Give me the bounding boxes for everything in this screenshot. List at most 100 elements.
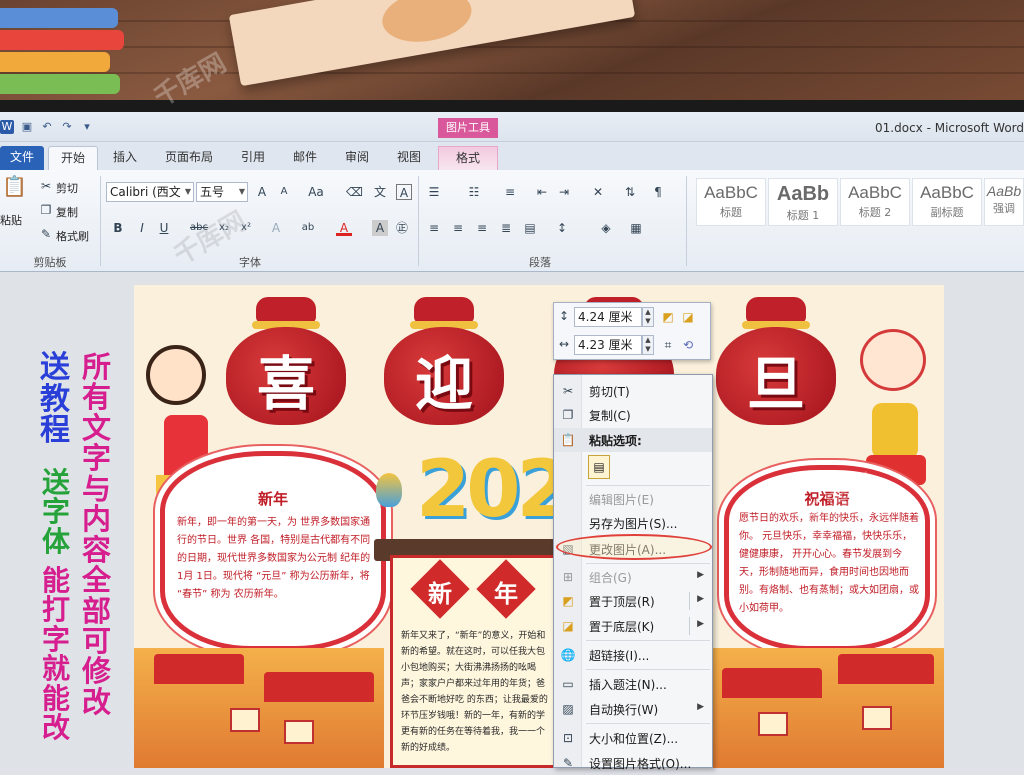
menu-item-save-as-picture[interactable]: 另存为图片(S)... [554, 511, 712, 535]
menu-item-size-position[interactable]: ⊡ 大小和位置(Z)... [554, 726, 712, 750]
align-right-icon[interactable]: ≡ [474, 220, 490, 236]
menu-item-insert-caption[interactable]: ▭ 插入题注(N)... [554, 672, 712, 696]
document-page[interactable]: 喜 迎 旦 新年 新年，即一年的第一天，为 世界多数国家通行的节日。世界 各国，… [134, 285, 944, 768]
decrease-indent-icon[interactable]: ⇤ [534, 184, 550, 200]
tab-view[interactable]: 视图 [386, 146, 432, 170]
character-border-icon[interactable]: A [396, 184, 412, 200]
line-spacing-icon[interactable]: ↕ [554, 220, 570, 236]
style-heading-2[interactable]: AaBbC 标题 2 [840, 178, 910, 226]
menu-item-hyperlink[interactable]: 🌐 超链接(I)... [554, 643, 712, 667]
tab-format[interactable]: 格式 [438, 146, 498, 170]
font-name-combo[interactable]: Calibri (西文 ▼ [106, 182, 194, 202]
tab-review[interactable]: 审阅 [334, 146, 380, 170]
submenu-arrow-icon[interactable]: ▶ [697, 594, 704, 604]
menu-item-bring-to-front[interactable]: ◩ 置于顶层(R) ▶ [554, 589, 712, 613]
copy-button[interactable]: 复制 [56, 204, 78, 220]
customize-qat-icon[interactable]: ▾ [80, 120, 94, 134]
shading-icon[interactable]: ◈ [598, 220, 614, 236]
paste-keep-format-icon[interactable]: ▤ [588, 455, 610, 479]
format-painter-icon[interactable]: ✎ [38, 226, 54, 242]
distributed-icon[interactable]: ▤ [522, 220, 538, 236]
tab-mailings[interactable]: 邮件 [282, 146, 328, 170]
italic-icon[interactable]: I [134, 220, 150, 236]
align-center-icon[interactable]: ≡ [450, 220, 466, 236]
menu-item-format-picture[interactable]: ✎ 设置图片格式(O)... [554, 751, 712, 775]
copy-icon[interactable]: ❐ [38, 202, 54, 218]
tab-insert[interactable]: 插入 [102, 146, 148, 170]
send-backward-icon[interactable]: ◪ [680, 309, 696, 325]
strikethrough-icon[interactable]: abc [190, 220, 208, 236]
height-input[interactable]: 4.24 厘米 [574, 307, 642, 327]
bring-forward-icon[interactable]: ◩ [660, 309, 676, 325]
justify-icon[interactable]: ≣ [498, 220, 514, 236]
text-effects-icon[interactable]: A [268, 220, 284, 236]
word-icon[interactable]: W [0, 120, 14, 134]
change-case-icon[interactable]: Aa [308, 184, 324, 200]
style-sample: AaBbC [704, 183, 758, 202]
promo-char: 文 [82, 410, 112, 445]
caption-icon: ▭ [562, 677, 574, 691]
multilevel-list-icon[interactable]: ≡ [502, 184, 518, 200]
menu-item-cut[interactable]: ✂ 剪切(T) [554, 379, 712, 403]
style-heading-1[interactable]: AaBb 标题 1 [768, 178, 838, 226]
format-painter-button[interactable]: 格式刷 [56, 228, 89, 244]
shrink-font-icon[interactable]: A [276, 184, 292, 200]
tab-file[interactable]: 文件 [0, 146, 44, 170]
highlight-icon[interactable]: ab [300, 220, 316, 236]
save-icon[interactable]: ▣ [20, 120, 34, 134]
mini-size-toolbar: ↕ 4.24 厘米 ▲ ▼ ◩ ◪ ↔ 4.23 厘米 ▲ ▼ ⌗ ⟲ [553, 302, 711, 360]
tab-home[interactable]: 开始 [48, 146, 98, 170]
sort-icon[interactable]: ⇅ [622, 184, 638, 200]
width-spinner[interactable]: ▲ ▼ [642, 335, 654, 355]
subscript-icon[interactable]: x₂ [216, 220, 232, 236]
chinese-layout-icon[interactable]: ✕ [590, 184, 606, 200]
style-subtitle[interactable]: AaBbC 副标题 [912, 178, 982, 226]
height-spinner[interactable]: ▲ ▼ [642, 307, 654, 327]
numbering-icon[interactable]: ☷ [466, 184, 482, 200]
tab-page-layout[interactable]: 页面布局 [156, 146, 222, 170]
font-color-icon[interactable]: A [336, 220, 352, 236]
width-input[interactable]: 4.23 厘米 [574, 335, 642, 355]
menu-item-label: 大小和位置(Z)... [589, 732, 679, 746]
character-shading-icon[interactable]: A [372, 220, 388, 236]
align-left-icon[interactable]: ≡ [426, 220, 442, 236]
crop-icon[interactable]: ⌗ [660, 337, 676, 353]
menu-item-label: 复制(C) [589, 409, 631, 423]
grow-font-icon[interactable]: A [254, 184, 270, 200]
underline-icon[interactable]: U [156, 220, 172, 236]
bold-icon[interactable]: B [110, 220, 126, 236]
context-menu: ✂ 剪切(T) ❐ 复制(C) 📋 粘贴选项: ▤ 编辑图片(E) 另存为图片(… [553, 374, 713, 771]
promo-char: 容 [82, 532, 112, 567]
paste-button[interactable]: 粘贴 [0, 212, 22, 228]
menu-item-text-wrap[interactable]: ▨ 自动换行(W) ▶ [554, 697, 712, 721]
bullets-icon[interactable]: ☰ [426, 184, 442, 200]
paste-icon[interactable]: 📋 [2, 176, 27, 208]
style-title[interactable]: AaBbC 标题 [696, 178, 766, 226]
menu-item-label: 自动换行(W) [589, 703, 659, 717]
rotate-icon[interactable]: ⟲ [680, 337, 696, 353]
redo-icon[interactable]: ↷ [60, 120, 74, 134]
menu-item-label: 插入题注(N)... [589, 678, 667, 692]
superscript-icon[interactable]: x² [238, 220, 254, 236]
undo-icon[interactable]: ↶ [40, 120, 54, 134]
hot-air-balloon [376, 473, 402, 507]
tab-references[interactable]: 引用 [230, 146, 276, 170]
submenu-arrow-icon[interactable]: ▶ [697, 619, 704, 629]
show-marks-icon[interactable]: ¶ [650, 184, 666, 200]
promo-char: 送 [40, 350, 70, 385]
menu-item-send-to-back[interactable]: ◪ 置于底层(K) ▶ [554, 614, 712, 638]
houses-left [134, 648, 384, 768]
cut-button[interactable]: 剪切 [56, 180, 78, 196]
phonetic-guide-icon[interactable]: 文 [372, 184, 388, 200]
style-name: 标题 1 [786, 209, 820, 222]
style-emphasis[interactable]: AaBb 强调 [984, 178, 1024, 226]
font-size-combo[interactable]: 五号 ▼ [196, 182, 248, 202]
borders-icon[interactable]: ▦ [628, 220, 644, 236]
menu-item-copy[interactable]: ❐ 复制(C) [554, 403, 712, 427]
style-sample: AaBb [986, 183, 1022, 199]
increase-indent-icon[interactable]: ⇥ [556, 184, 572, 200]
scissors-icon[interactable]: ✂ [38, 178, 54, 194]
clear-format-icon[interactable]: ⌫ [346, 184, 363, 200]
enclose-character-icon[interactable]: ㊣ [394, 220, 410, 236]
submenu-arrow-icon: ▶ [697, 702, 704, 712]
